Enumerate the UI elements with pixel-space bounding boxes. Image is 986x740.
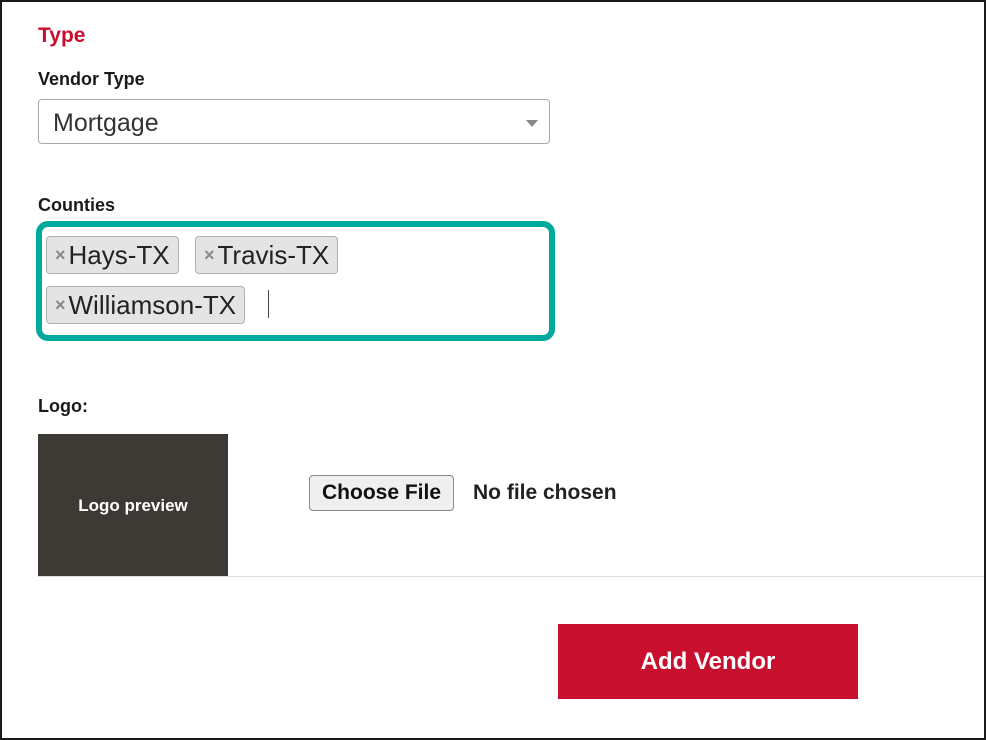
choose-file-button[interactable]: Choose File <box>309 475 455 511</box>
add-vendor-button[interactable]: Add Vendor <box>558 624 858 699</box>
text-cursor[interactable] <box>268 290 269 318</box>
logo-preview-text: Logo preview <box>78 495 188 515</box>
vendor-type-label: Vendor Type <box>38 69 145 89</box>
remove-tag-icon[interactable]: × <box>55 295 66 316</box>
section-title: Type <box>38 24 86 47</box>
vendor-type-select[interactable]: Mortgage <box>38 99 550 144</box>
logo-preview: Logo preview <box>38 434 228 577</box>
county-tag-label: Hays-TX <box>68 239 170 270</box>
divider <box>38 576 984 577</box>
form-panel: Type Vendor Type Mortgage Counties × Hay… <box>0 0 986 740</box>
counties-multiselect[interactable]: × Hays-TX × Travis-TX × Williamson-TX <box>36 221 555 341</box>
counties-label: Counties <box>38 195 116 215</box>
remove-tag-icon[interactable]: × <box>55 245 66 266</box>
remove-tag-icon[interactable]: × <box>204 245 215 266</box>
file-status-text: No file chosen <box>473 481 617 504</box>
vendor-type-value: Mortgage <box>53 109 159 137</box>
county-tag-label: Travis-TX <box>217 239 330 270</box>
county-tag-label: Williamson-TX <box>68 289 237 320</box>
county-tag: × Williamson-TX <box>46 286 246 324</box>
chevron-down-icon[interactable] <box>526 120 538 127</box>
logo-label: Logo: <box>38 396 88 416</box>
county-tag: × Hays-TX <box>46 236 179 274</box>
county-tag: × Travis-TX <box>195 236 339 274</box>
